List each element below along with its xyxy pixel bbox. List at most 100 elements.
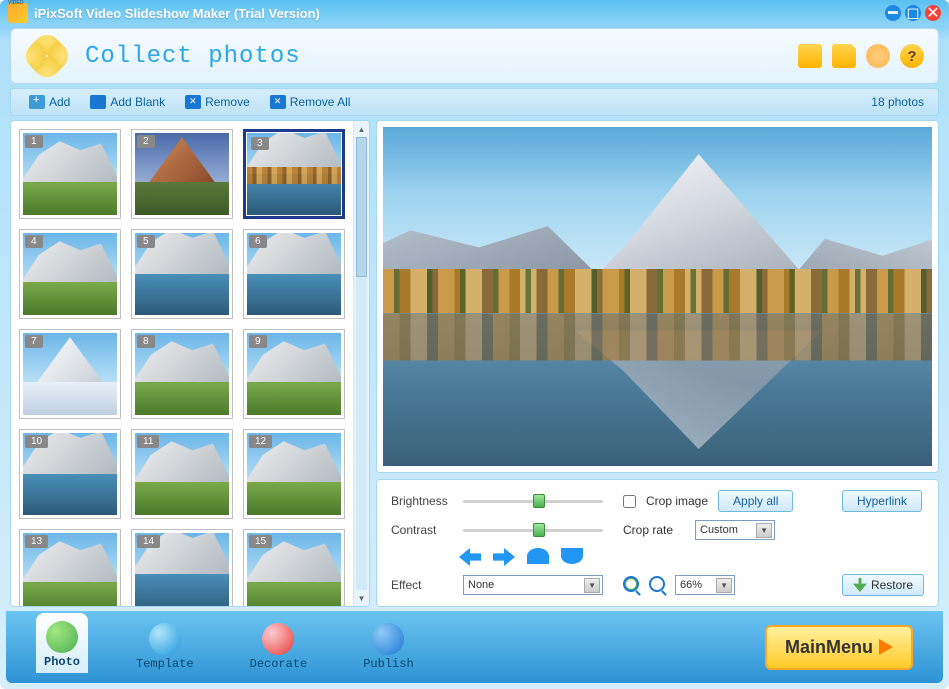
thumbnail-badge: 1	[25, 135, 43, 148]
zoom-out-icon[interactable]	[649, 576, 667, 594]
crop-image-label: Crop image	[646, 494, 708, 508]
brightness-label: Brightness	[391, 494, 453, 508]
contrast-row: Contrast	[391, 523, 603, 537]
brightness-row: Brightness	[391, 494, 603, 508]
thumbnail-item[interactable]: 15	[243, 529, 345, 606]
zoom-in-icon[interactable]	[623, 576, 641, 594]
thumbnail-item[interactable]: 1	[19, 129, 121, 219]
thumbnail-badge: 6	[249, 235, 267, 248]
restore-cell: Restore	[842, 574, 924, 596]
thumbnail-badge: 12	[249, 435, 272, 448]
hyperlink-button[interactable]: Hyperlink	[842, 490, 922, 512]
bottom-nav: Photo Template Decorate Publish MainMenu	[6, 611, 943, 683]
contrast-label: Contrast	[391, 523, 453, 537]
thumbnail-badge: 9	[249, 335, 267, 348]
thumbnail-item[interactable]: 5	[131, 229, 233, 319]
remove-all-button[interactable]: Remove All	[260, 93, 361, 111]
zoom-select[interactable]: 66%	[675, 575, 735, 595]
contrast-slider[interactable]	[463, 523, 603, 537]
remove-button[interactable]: Remove	[175, 93, 260, 111]
toolbar: Add Add Blank Remove Remove All 18 photo…	[10, 88, 939, 116]
thumbnail-badge: 11	[137, 435, 159, 448]
thumbnail-item[interactable]: 6	[243, 229, 345, 319]
photo-nav-icon	[46, 621, 78, 653]
close-button[interactable]: ✕	[925, 5, 941, 21]
thumbnail-item[interactable]: 13	[19, 529, 121, 606]
thumbnail-item[interactable]: 3	[243, 129, 345, 219]
titlebar: iPixSoft Video Slideshow Maker (Trial Ve…	[0, 0, 949, 26]
thumbnail-badge: 5	[137, 235, 155, 248]
maximize-button[interactable]: ◻	[905, 5, 921, 21]
crop-image-row: Crop image Apply all	[623, 490, 822, 512]
thumbnail-badge: 4	[25, 235, 43, 248]
nav-template[interactable]: Template	[128, 619, 202, 675]
header-strip: Collect photos ?	[10, 28, 939, 84]
right-panel: Brightness Crop image Apply all Hyperlin…	[376, 120, 939, 607]
nav-decorate[interactable]: Decorate	[242, 619, 316, 675]
add-button[interactable]: Add	[19, 93, 80, 111]
add-blank-button[interactable]: Add Blank	[80, 93, 175, 111]
effect-label: Effect	[391, 578, 453, 592]
thumbnail-badge: 14	[137, 535, 160, 548]
mainmenu-button[interactable]: MainMenu	[765, 625, 913, 670]
flip-vertical-icon[interactable]	[561, 548, 583, 564]
thumbnail-badge: 10	[25, 435, 48, 448]
zoom-group: 66%	[623, 575, 822, 595]
decorate-nav-icon	[262, 623, 294, 655]
help-icon[interactable]: ?	[900, 44, 924, 68]
effect-row: Effect None	[391, 575, 603, 595]
rotate-right-icon[interactable]	[493, 548, 515, 566]
remove-icon	[185, 95, 201, 109]
thumbnail-panel: 123456789101112131415 ▲ ▼	[10, 120, 370, 607]
scroll-handle[interactable]	[356, 137, 367, 277]
crop-rate-row: Crop rate Custom	[623, 520, 822, 540]
thumbnail-item[interactable]: 11	[131, 429, 233, 519]
thumbnail-item[interactable]: 9	[243, 329, 345, 419]
brightness-slider[interactable]	[463, 494, 603, 508]
thumbnail-badge: 8	[137, 335, 155, 348]
thumbnail-item[interactable]: 4	[19, 229, 121, 319]
thumbnail-scrollbar[interactable]: ▲ ▼	[353, 121, 369, 606]
rotate-flip-group	[459, 548, 603, 566]
thumbnail-item[interactable]: 14	[131, 529, 233, 606]
thumbnail-item[interactable]: 8	[131, 329, 233, 419]
remove-all-icon	[270, 95, 286, 109]
crop-rate-label: Crop rate	[623, 523, 685, 537]
nav-photo[interactable]: Photo	[36, 613, 88, 673]
thumbnail-badge: 3	[251, 137, 269, 150]
thumbnail-item[interactable]: 12	[243, 429, 345, 519]
thumbnail-badge: 13	[25, 535, 48, 548]
minimize-button[interactable]: ━	[885, 5, 901, 21]
scroll-up-arrow[interactable]: ▲	[354, 121, 369, 137]
thumbnail-item[interactable]: 2	[131, 129, 233, 219]
clover-icon	[25, 34, 69, 78]
publish-nav-icon	[372, 623, 404, 655]
rotate-left-icon[interactable]	[459, 548, 481, 566]
mainmenu-arrow-icon	[879, 639, 893, 655]
thumbnail-item[interactable]: 7	[19, 329, 121, 419]
page-title: Collect photos	[85, 43, 798, 70]
open-folder-icon[interactable]	[798, 44, 822, 68]
controls-panel: Brightness Crop image Apply all Hyperlin…	[376, 479, 939, 607]
flip-horizontal-icon[interactable]	[527, 548, 549, 564]
add-blank-icon	[90, 95, 106, 109]
restore-icon	[853, 578, 867, 592]
scroll-down-arrow[interactable]: ▼	[354, 590, 369, 606]
effect-select[interactable]: None	[463, 575, 603, 595]
nav-publish[interactable]: Publish	[355, 619, 421, 675]
user-icon[interactable]	[866, 44, 890, 68]
crop-rate-select[interactable]: Custom	[695, 520, 775, 540]
window-title: iPixSoft Video Slideshow Maker (Trial Ve…	[34, 6, 885, 21]
template-nav-icon	[149, 623, 181, 655]
thumbnail-badge: 15	[249, 535, 272, 548]
restore-button[interactable]: Restore	[842, 574, 924, 596]
main-area: 123456789101112131415 ▲ ▼	[10, 120, 939, 607]
save-icon[interactable]	[832, 44, 856, 68]
add-icon	[29, 95, 45, 109]
preview-image	[383, 127, 932, 466]
preview-area	[376, 120, 939, 473]
apply-all-button[interactable]: Apply all	[718, 490, 793, 512]
crop-image-checkbox[interactable]	[623, 495, 636, 508]
thumbnail-item[interactable]: 10	[19, 429, 121, 519]
photo-count: 18 photos	[871, 95, 930, 109]
